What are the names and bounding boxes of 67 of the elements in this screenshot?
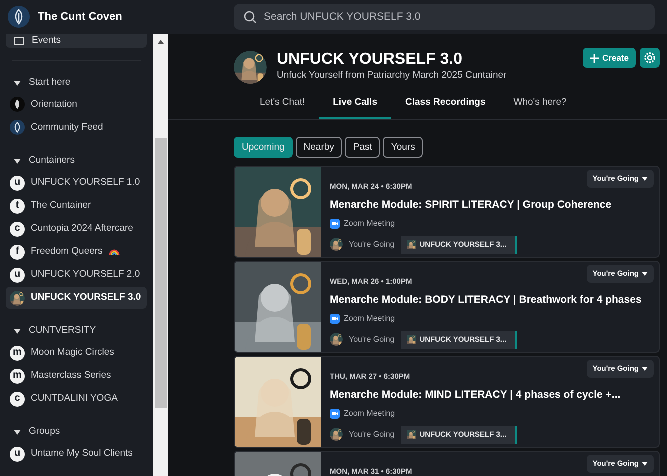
caret-icon	[14, 328, 21, 334]
sidebar-item[interactable]: c CUNTDALINI YOGA	[6, 388, 147, 410]
sidebar-item[interactable]: UNFUCK YOURSELF 3.0	[6, 287, 147, 309]
tab[interactable]: Who's here?	[500, 90, 581, 120]
section-header[interactable]: Groups	[6, 422, 147, 442]
attendance-status: You're Going	[349, 428, 395, 441]
sidebar-item[interactable]: u UNFUCK YOURSELF 2.0	[6, 264, 147, 286]
community-name[interactable]: The Cunt Coven	[38, 8, 122, 26]
tab[interactable]: Class Recordings	[391, 90, 500, 120]
filter-button[interactable]: Nearby	[296, 137, 342, 158]
calendar-icon	[14, 37, 24, 45]
plus-icon	[590, 54, 599, 62]
search-field[interactable]: Search UNFUCK YOURSELF 3.0	[234, 4, 655, 30]
letter-icon: m	[10, 346, 25, 360]
caret-icon	[642, 366, 648, 371]
caret-icon	[642, 462, 648, 466]
filter-button[interactable]: Past	[345, 137, 380, 158]
event-title[interactable]: Menarche Module: MIND LITERACY | 4 phases of cycle +...	[330, 388, 651, 404]
sidebar-item[interactable]: t The Cuntainer	[6, 195, 147, 217]
scrollbar[interactable]	[153, 34, 168, 476]
sidebar-item[interactable]: f Freedom Queers	[6, 241, 147, 263]
attendance-status: You're Going	[349, 238, 395, 251]
event-location: Zoom Meeting	[344, 408, 396, 420]
sidebar-item[interactable]: m Masterclass Series	[6, 365, 147, 387]
logo-icon	[10, 97, 25, 112]
letter-icon: u	[10, 268, 25, 282]
event-title[interactable]: Menarche Module: SPIRIT LITERACY | Group Coherence	[330, 198, 651, 214]
letter-icon: t	[10, 198, 25, 214]
sidebar-item[interactable]: Events	[6, 34, 147, 48]
letter-icon: u	[10, 176, 25, 190]
letter-icon: c	[10, 222, 25, 236]
caret-icon	[642, 272, 648, 276]
section-header[interactable]: Cuntainers	[6, 151, 147, 171]
section-header[interactable]: CUNTVERSITY	[6, 321, 147, 341]
settings-button[interactable]	[640, 48, 660, 68]
video-icon	[330, 219, 340, 230]
sidebar-item[interactable]: m Moon Magic Circles	[6, 342, 147, 364]
event-location: Zoom Meeting	[344, 313, 396, 326]
sidebar-item[interactable]: Orientation	[6, 94, 147, 116]
caret-icon	[14, 430, 21, 434]
caret-icon	[642, 176, 648, 181]
caret-icon	[14, 158, 21, 164]
video-icon	[330, 314, 340, 324]
section-header[interactable]: Start here	[6, 73, 147, 93]
sidebar-item[interactable]: c Cuntopia 2024 Aftercare	[6, 218, 147, 240]
letter-icon: c	[10, 392, 25, 406]
scroll-up-icon[interactable]	[156, 38, 164, 46]
logo-icon	[10, 120, 25, 136]
filter-button[interactable]: Yours	[383, 137, 424, 158]
letter-icon: m	[10, 368, 25, 384]
event-location: Zoom Meeting	[344, 218, 396, 230]
letter-icon: u	[10, 446, 25, 462]
group-subtitle: Unfuck Yourself from Patriarchy March 2025 Cuntainer	[277, 69, 508, 84]
settings-icon	[644, 52, 656, 64]
sidebar-item[interactable]: u Untame My Soul Clients	[6, 443, 147, 465]
group-title: UNFUCK YOURSELF 3.0	[277, 50, 464, 70]
attendance-status: You're Going	[349, 334, 395, 346]
sidebar-item[interactable]: u UNFUCK YOURSELF 1.0	[6, 172, 147, 194]
sidebar-item[interactable]: Community Feed	[6, 117, 147, 139]
tab[interactable]: Live Calls	[319, 90, 392, 120]
tab[interactable]: Let's Chat!	[246, 90, 320, 120]
create-button[interactable]: Create	[582, 48, 636, 68]
logo-icon	[8, 6, 30, 28]
caret-icon	[14, 80, 21, 86]
event-title[interactable]: Menarche Module: BODY LITERACY | Breathwork for 4 phases	[330, 292, 651, 308]
video-icon	[330, 409, 340, 420]
letter-icon: f	[10, 244, 25, 260]
